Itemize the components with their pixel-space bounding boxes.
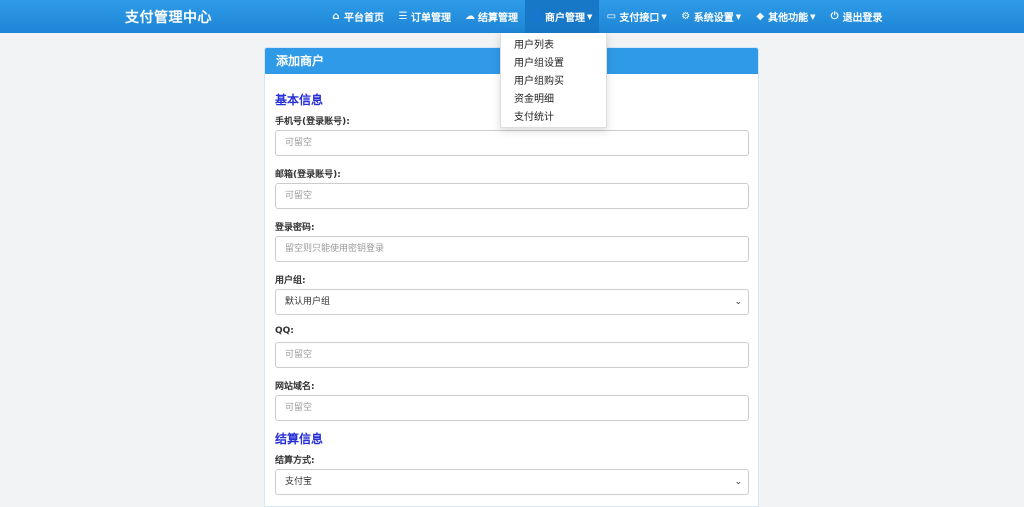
password-input[interactable]: 留空则只能使用密钥登录 [275,236,749,262]
email-label: 邮箱(登录账号): [275,170,341,180]
nav-merchant-label: 商户管理 [545,13,585,24]
menu-item-payment-statistics[interactable]: 支付统计 [501,109,606,127]
settlement-info-heading: 结算信息 [275,432,324,446]
qq-input[interactable]: 可留空 [275,342,749,368]
nav-merchant[interactable]: 👤 商户管理 ▼ [525,0,600,33]
settle-method-select[interactable]: 支付宝 ⌄ [275,469,749,495]
main-nav: ⌂ 平台首页 ☰ 订单管理 ☁ 结算管理 👤 商户管理 ▼ ▭ 支付接口 ▼ ⚙… [324,0,890,33]
cloud-icon: ☁ [465,11,475,22]
nav-other-functions-label: 其他功能 [768,13,809,24]
nav-home[interactable]: ⌂ 平台首页 [324,0,391,33]
list-icon: ☰ [398,11,408,22]
nav-system-settings-label: 系统设置 [693,13,734,24]
basic-info-heading: 基本信息 [275,93,324,107]
cube-icon: ◆ [756,11,765,22]
user-group-label: 用户组: [275,276,306,286]
settle-method-value: 支付宝 [285,477,313,487]
password-label: 登录密码: [275,223,315,233]
nav-other-functions[interactable]: ◆ 其他功能 ▼ [748,0,822,33]
chevron-down-icon: ⌄ [734,297,742,307]
menu-item-user-list[interactable]: 用户列表 [501,37,606,55]
user-group-select[interactable]: 默认用户组 ⌄ [275,289,749,315]
chevron-down-icon: ⌄ [734,477,742,487]
settle-method-label: 结算方式: [275,456,315,466]
top-navbar: 支付管理中心 ⌂ 平台首页 ☰ 订单管理 ☁ 结算管理 👤 商户管理 ▼ ▭ 支… [0,0,1024,33]
credit-card-icon: ▭ [606,11,617,22]
gear-icon: ⚙ [681,11,691,22]
menu-item-user-group-settings[interactable]: 用户组设置 [501,55,606,73]
caret-down-icon: ▼ [810,12,816,21]
nav-orders-label: 订单管理 [411,13,451,24]
domain-input[interactable]: 可留空 [275,395,749,421]
nav-logout[interactable]: ⏻ 退出登录 [823,0,890,33]
caret-down-icon: ▼ [661,12,667,21]
nav-system-settings[interactable]: ⚙ 系统设置 ▼ [674,0,748,33]
home-icon: ⌂ [332,11,340,22]
nav-orders[interactable]: ☰ 订单管理 [391,0,458,33]
nav-home-label: 平台首页 [344,13,384,24]
caret-down-icon: ▼ [735,12,742,21]
merchant-dropdown-menu: 用户列表 用户组设置 用户组购买 资金明细 支付统计 [500,33,607,128]
qq-label: QQ: [275,326,294,336]
nav-settlement-label: 结算管理 [478,13,518,24]
power-icon: ⏻ [830,11,839,22]
caret-down-icon: ▼ [587,12,593,21]
domain-label: 网站域名: [275,382,315,392]
nav-logout-label: 退出登录 [842,13,883,24]
nav-payment-api-label: 支付接口 [619,13,660,24]
nav-payment-api[interactable]: ▭ 支付接口 ▼ [599,0,673,33]
brand-title[interactable]: 支付管理中心 [125,7,212,27]
email-input[interactable]: 可留空 [275,183,749,209]
menu-item-fund-details[interactable]: 资金明细 [501,91,606,109]
user-group-value: 默认用户组 [285,297,331,307]
phone-label: 手机号(登录账号): [275,117,350,127]
nav-settlement[interactable]: ☁ 结算管理 [458,0,525,33]
user-icon: 👤 [532,11,545,22]
menu-item-user-group-purchase[interactable]: 用户组购买 [501,73,606,91]
phone-input[interactable]: 可留空 [275,130,749,156]
